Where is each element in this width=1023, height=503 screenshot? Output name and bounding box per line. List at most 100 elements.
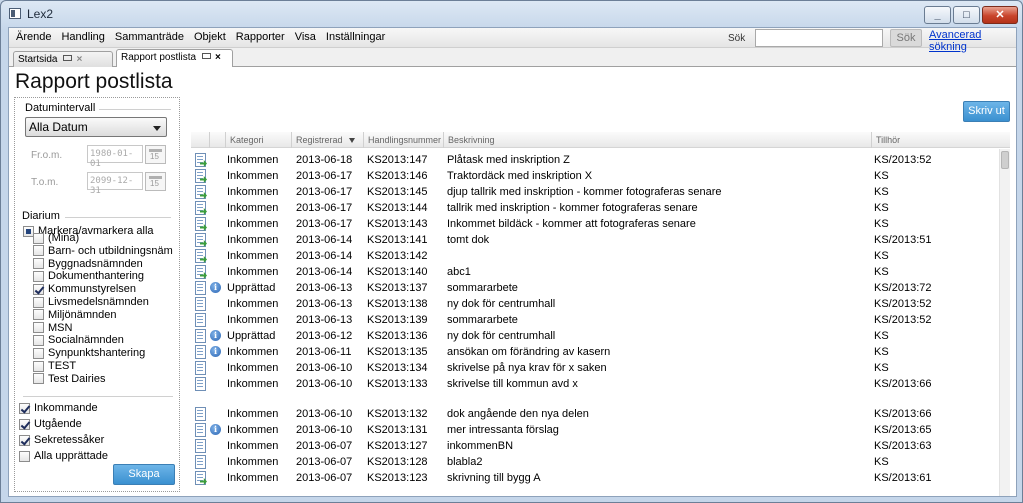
to-date-field[interactable]: 2099-12-31 bbox=[87, 172, 143, 196]
info-icon[interactable]: i bbox=[210, 346, 221, 357]
from-date-field[interactable]: 1980-01-01 bbox=[87, 145, 143, 169]
document-type-label: Sekretessåker bbox=[34, 434, 105, 446]
column-header-tillhor[interactable]: Tillhör bbox=[871, 132, 999, 148]
table-row[interactable]: i Inkommen 2013-06-10 KS2013:131 mer intress… bbox=[191, 422, 999, 438]
diarium-checkbox[interactable]: Test Dairies bbox=[33, 373, 105, 385]
table-row[interactable]: i Inkommen 2013-06-11 KS2013:135 ansökan om … bbox=[191, 344, 999, 360]
table-row[interactable]: Inkommen 2013-06-10 KS2013:134 skrivelse på… bbox=[191, 360, 999, 376]
cell-handlingsnummer: KS2013:139 bbox=[367, 314, 428, 326]
diarium-checkbox[interactable]: Byggnadsnämnden bbox=[33, 258, 143, 270]
table-row[interactable]: Inkommen 2013-06-17 KS2013:145 djup tallrik… bbox=[191, 184, 999, 200]
vertical-scrollbar[interactable] bbox=[999, 149, 1010, 496]
diarium-checkbox[interactable]: Barn- och utbildningsnämnd bbox=[33, 245, 173, 257]
document-type-checkbox[interactable]: Inkommande bbox=[19, 402, 98, 414]
diarium-checkbox[interactable]: Synpunktshantering bbox=[33, 347, 145, 359]
table-row[interactable]: Inkommen 2013-06-14 KS2013:141 tomt dok KS/2… bbox=[191, 232, 999, 248]
cell-kategori: Inkommen bbox=[227, 408, 279, 420]
cell-tillhor: KS bbox=[874, 456, 889, 468]
tab-label: Rapport postlista bbox=[121, 52, 197, 63]
checkbox-icon bbox=[19, 450, 30, 462]
column-header-beskrivning[interactable]: Beskrivning bbox=[443, 132, 871, 148]
report-panel: Rapport postlista Datumintervall Alla Da… bbox=[9, 67, 1016, 496]
calendar-icon[interactable]: 15 bbox=[145, 145, 166, 164]
cell-tillhor: KS/2013:52 bbox=[874, 154, 932, 166]
tab-rapport-postlista[interactable]: Rapport postlista × bbox=[116, 49, 233, 68]
doc-icon bbox=[195, 423, 206, 437]
diarium-checkbox[interactable]: Livsmedelsnämnden bbox=[33, 296, 149, 308]
table-row[interactable]: Inkommen 2013-06-07 KS2013:127 inkommenBN KS… bbox=[191, 438, 999, 454]
restore-tab-icon[interactable] bbox=[202, 53, 212, 59]
doc-incoming-icon bbox=[195, 169, 206, 183]
close-button[interactable]: ✕ bbox=[982, 6, 1018, 24]
diarium-checkbox[interactable]: (Mina) bbox=[33, 232, 79, 244]
info-icon[interactable]: i bbox=[210, 424, 221, 435]
menu-item[interactable]: Rapporter bbox=[231, 31, 290, 43]
table-row[interactable]: Inkommen 2013-06-13 KS2013:139 sommararbete… bbox=[191, 312, 999, 328]
cell-kategori: Inkommen bbox=[227, 424, 279, 436]
table-row[interactable]: Inkommen 2013-06-18 KS2013:147 Plåtask med … bbox=[191, 152, 999, 168]
close-tab-icon[interactable]: × bbox=[215, 52, 221, 63]
create-report-button[interactable]: Skapa bbox=[113, 464, 175, 485]
document-type-checkbox[interactable]: Sekretessåker bbox=[19, 434, 104, 446]
table-row[interactable]: Inkommen 2013-06-07 KS2013:123 skrivning ti… bbox=[191, 470, 999, 486]
table-row[interactable]: Inkommen 2013-06-10 KS2013:132 dok angående… bbox=[191, 406, 999, 422]
restore-tab-icon[interactable] bbox=[63, 55, 73, 61]
close-tab-icon[interactable]: × bbox=[76, 54, 82, 65]
table-row[interactable]: Inkommen 2013-06-07 KS2013:128 blabla2 KS bbox=[191, 454, 999, 470]
table-row[interactable]: Inkommen 2013-06-17 KS2013:144 tallrik med … bbox=[191, 200, 999, 216]
diarium-checkbox[interactable]: Miljönämnden bbox=[33, 309, 116, 321]
diarium-checkbox[interactable]: Dokumenthantering bbox=[33, 270, 144, 282]
maximize-button[interactable]: □ bbox=[953, 6, 980, 24]
calendar-icon[interactable]: 15 bbox=[145, 172, 166, 191]
column-header-handlingsnummer[interactable]: Handlingsnummer bbox=[363, 132, 443, 148]
print-button[interactable]: Skriv ut bbox=[963, 101, 1010, 122]
table-row[interactable]: Inkommen 2013-06-14 KS2013:142 KS bbox=[191, 248, 999, 264]
menu-item[interactable]: Visa bbox=[290, 31, 321, 43]
search-button[interactable]: Sök bbox=[890, 29, 922, 47]
column-header-kategori[interactable]: Kategori bbox=[225, 132, 291, 148]
cell-beskrivning: skrivelse till kommun avd x bbox=[447, 378, 578, 390]
table-row[interactable]: Inkommen 2013-06-10 KS2013:133 skrivelse ti… bbox=[191, 376, 999, 392]
scrollbar-thumb[interactable] bbox=[1001, 151, 1009, 169]
column-header-icon[interactable] bbox=[191, 132, 209, 148]
cell-handlingsnummer: KS2013:147 bbox=[367, 154, 428, 166]
table-row[interactable]: i Upprättad 2013-06-12 KS2013:136 ny dok för… bbox=[191, 328, 999, 344]
cell-registrerad: 2013-06-17 bbox=[296, 170, 353, 182]
table-row[interactable]: Inkommen 2013-06-17 KS2013:143 Inkommet bil… bbox=[191, 216, 999, 232]
document-type-checkbox[interactable]: Utgående bbox=[19, 418, 82, 430]
cell-kategori: Inkommen bbox=[227, 218, 279, 230]
table-row[interactable]: Inkommen 2013-06-14 KS2013:140 abc1 KS bbox=[191, 264, 999, 280]
checkbox-checked-icon bbox=[19, 434, 30, 446]
diarium-label: MSN bbox=[48, 321, 73, 334]
date-interval-select[interactable]: Alla Datum bbox=[25, 117, 167, 137]
minimize-button[interactable]: _ bbox=[924, 6, 951, 24]
menu-item[interactable]: Handling bbox=[56, 31, 109, 43]
column-header-registrerad[interactable]: Registrerad bbox=[291, 132, 363, 148]
diarium-checkbox[interactable]: TEST bbox=[33, 360, 76, 372]
document-type-label: Inkommande bbox=[34, 402, 98, 414]
table-row[interactable]: Inkommen 2013-06-17 KS2013:146 Traktordäck … bbox=[191, 168, 999, 184]
cell-handlingsnummer: KS2013:137 bbox=[367, 282, 428, 294]
diarium-checkbox[interactable]: Kommunstyrelsen bbox=[33, 283, 136, 295]
from-date-label: Fr.o.m. bbox=[31, 150, 63, 161]
column-header-info[interactable] bbox=[209, 132, 225, 148]
info-icon[interactable]: i bbox=[210, 282, 221, 293]
diarium-checkbox[interactable]: Socialnämnden bbox=[33, 334, 124, 346]
table-row[interactable]: i Upprättad 2013-06-13 KS2013:137 sommararbe… bbox=[191, 280, 999, 296]
cell-tillhor: KS bbox=[874, 362, 889, 374]
diarium-checkbox[interactable]: MSN bbox=[33, 322, 72, 334]
cell-kategori: Inkommen bbox=[227, 266, 279, 278]
doc-incoming-icon bbox=[195, 185, 206, 199]
search-input[interactable] bbox=[755, 29, 883, 47]
table-row[interactable]: Inkommen 2013-06-13 KS2013:138 ny dok för c… bbox=[191, 296, 999, 312]
menu-item[interactable]: Objekt bbox=[189, 31, 231, 43]
menu-item[interactable]: Sammanträde bbox=[110, 31, 189, 43]
title-bar: Lex2 _ □ ✕ bbox=[1, 1, 1022, 27]
menu-item[interactable]: Ärende bbox=[11, 31, 56, 43]
cell-registrerad: 2013-06-17 bbox=[296, 202, 353, 214]
document-type-checkbox[interactable]: Alla upprättade bbox=[19, 450, 108, 462]
tab-startsida[interactable]: Startsida × bbox=[13, 51, 113, 68]
menu-item[interactable]: Inställningar bbox=[321, 31, 390, 43]
info-icon[interactable]: i bbox=[210, 330, 221, 341]
cell-registrerad: 2013-06-14 bbox=[296, 234, 353, 246]
